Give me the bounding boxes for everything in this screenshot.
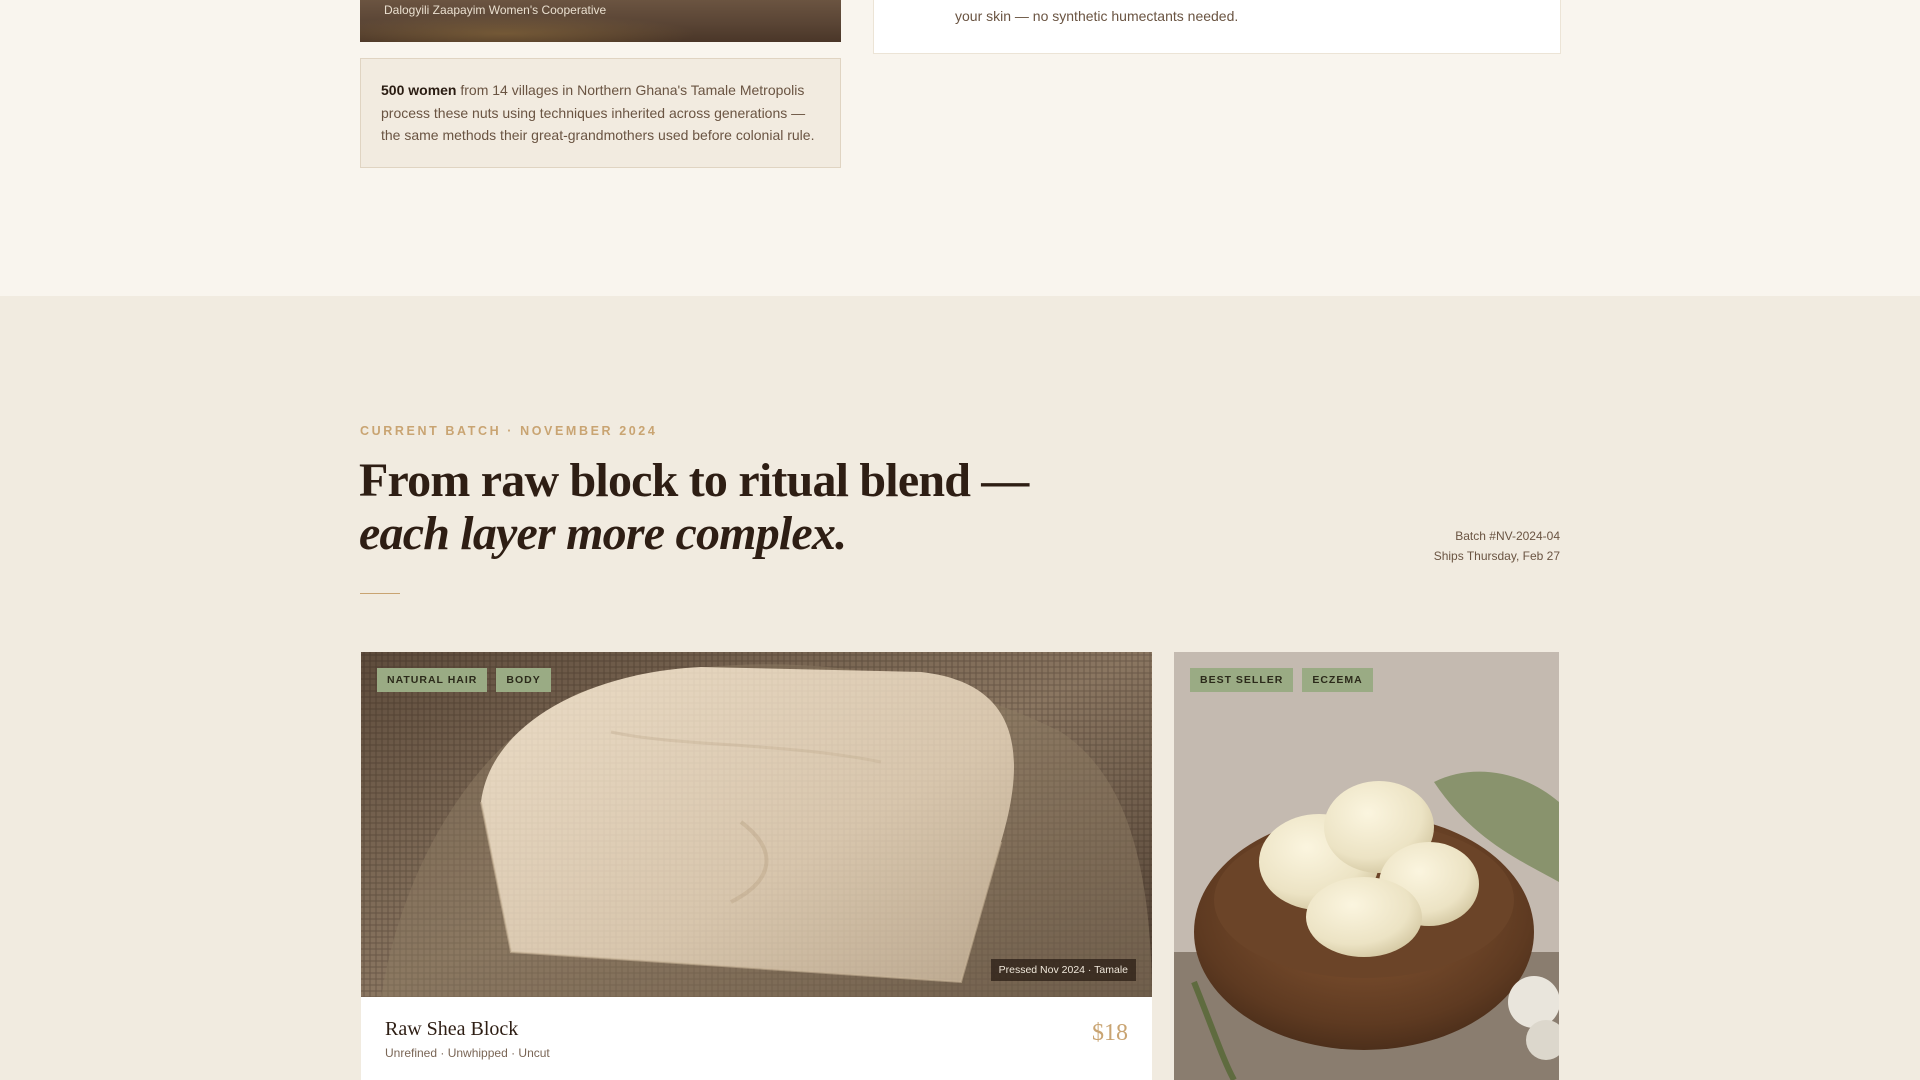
product-tags: BEST SELLER ECZEMA: [1190, 668, 1373, 692]
shea-bowl-illustration: [1174, 652, 1559, 1080]
product-tags: NATURAL HAIR BODY: [377, 668, 551, 692]
product-subtitle: Unrefined · Unwhipped · Uncut: [385, 1046, 550, 1060]
tag-body[interactable]: BODY: [496, 668, 551, 692]
headline-line-2: each layer more complex.: [359, 507, 847, 560]
headline-divider: [360, 593, 400, 594]
batch-meta: Batch #NV-2024-04 Ships Thursday, Feb 27: [1434, 526, 1560, 566]
product-card-whipped-shea[interactable]: BEST SELLER ECZEMA: [1174, 652, 1559, 1080]
product-name[interactable]: Raw Shea Block: [385, 1018, 518, 1041]
current-batch-section: CURRENT BATCH · NOVEMBER 2024 From raw b…: [0, 296, 1920, 1080]
product-card-raw-shea-block[interactable]: NATURAL HAIR BODY Pressed Nov 2024 · Tam…: [361, 652, 1152, 1080]
product-image[interactable]: BEST SELLER ECZEMA: [1174, 652, 1559, 1080]
quote-highlight: 500 women: [381, 82, 457, 98]
benefit-card: your skin — no synthetic humectants need…: [873, 0, 1561, 54]
section-headline: From raw block to ritual blend — each la…: [359, 454, 1029, 560]
benefit-text: your skin — no synthetic humectants need…: [955, 8, 1239, 24]
headline-line-1: From raw block to ritual blend —: [359, 454, 1029, 507]
photo-caption: Dalogyili Zaapayim Women's Cooperative: [384, 3, 607, 17]
tag-eczema[interactable]: ECZEMA: [1302, 668, 1373, 692]
cooperative-quote-card: 500 women from 14 villages in Northern G…: [360, 58, 841, 168]
tag-best-seller[interactable]: BEST SELLER: [1190, 668, 1294, 692]
batch-number: Batch #NV-2024-04: [1455, 529, 1560, 543]
shea-block-illustration: [361, 652, 1152, 997]
product-image[interactable]: NATURAL HAIR BODY Pressed Nov 2024 · Tam…: [361, 652, 1152, 997]
story-section: Dalogyili Zaapayim Women's Cooperative 5…: [0, 0, 1920, 296]
tag-natural-hair[interactable]: NATURAL HAIR: [377, 668, 488, 692]
section-eyebrow: CURRENT BATCH · NOVEMBER 2024: [360, 424, 658, 438]
pressed-date-badge: Pressed Nov 2024 · Tamale: [990, 959, 1136, 981]
ship-date: Ships Thursday, Feb 27: [1433, 549, 1560, 563]
cooperative-photo: Dalogyili Zaapayim Women's Cooperative: [360, 0, 841, 42]
quote-text: 500 women from 14 villages in Northern G…: [381, 79, 820, 147]
product-price: $18: [1092, 1020, 1128, 1046]
